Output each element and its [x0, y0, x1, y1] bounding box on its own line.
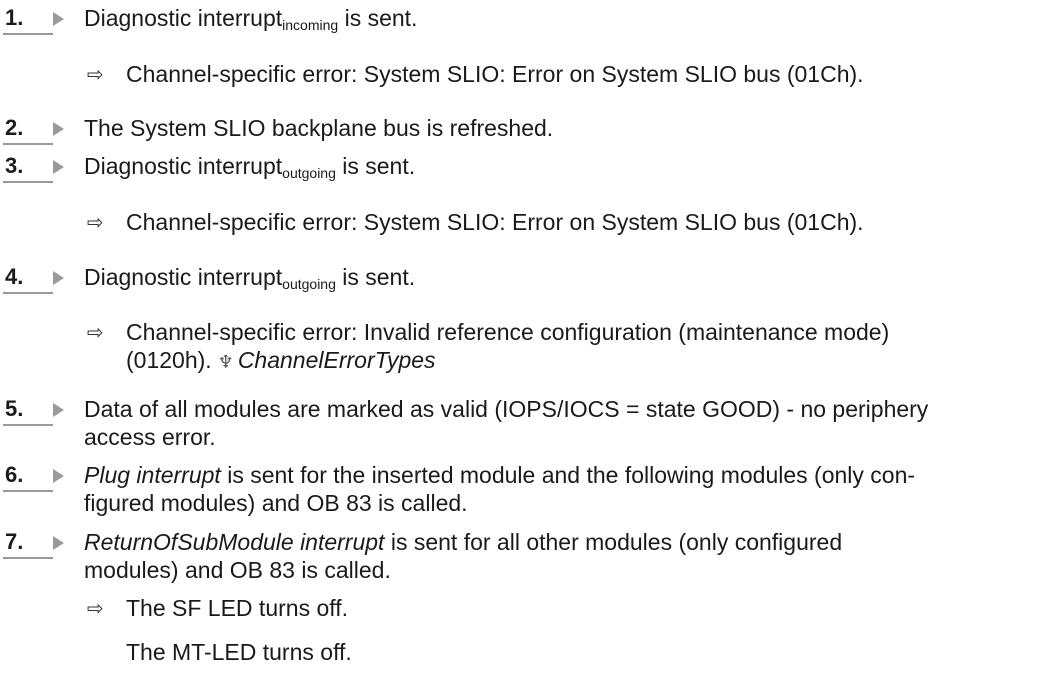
- step-number: 4.: [5, 264, 24, 289]
- result-arrow-icon: ⇨: [87, 596, 104, 620]
- step-underline: [3, 143, 53, 145]
- step-underline: [3, 33, 53, 35]
- step-text: Diagnostic interruptoutgoing is sent.: [84, 153, 416, 181]
- result-text: The SF LED turns off.: [126, 595, 349, 621]
- result-arrow-icon: ⇨: [87, 210, 104, 234]
- step-underline: [3, 424, 53, 426]
- step-underline: [3, 490, 53, 492]
- result-text: Channel-specific error: System SLIO: Err…: [126, 209, 864, 235]
- step-arrow-icon: [53, 536, 64, 550]
- step-underline: [3, 181, 53, 183]
- result-text: The MT-LED turns off.: [126, 639, 352, 665]
- step-arrow-icon: [53, 271, 64, 285]
- result-arrow-icon: ⇨: [87, 62, 104, 86]
- channel-error-types-link[interactable]: ChannelErrorTypes: [238, 347, 436, 373]
- step-text: ReturnOfSubModule interrupt is sent for …: [84, 529, 843, 583]
- step-arrow-icon: [53, 12, 64, 26]
- step-underline: [3, 292, 53, 294]
- result-arrow-icon: ⇨: [87, 320, 104, 344]
- step-number: 6.: [5, 462, 24, 487]
- step-text: Diagnostic interruptincoming is sent.: [84, 5, 418, 33]
- result-text: Channel-specific error: Invalid referenc…: [126, 319, 890, 373]
- step-underline: [3, 557, 53, 559]
- step-number: 7.: [5, 529, 24, 554]
- step-arrow-icon: [53, 469, 64, 483]
- step-text: Diagnostic interruptoutgoing is sent.: [84, 264, 416, 292]
- step-text: The System SLIO backplane bus is refresh…: [84, 115, 554, 141]
- step-number: 1.: [5, 5, 24, 30]
- result-text: Channel-specific error: System SLIO: Err…: [126, 61, 864, 87]
- step-number: 5.: [5, 396, 24, 421]
- step-text: Plug interrupt is sent for the inserted …: [84, 462, 916, 516]
- step-number: 3.: [5, 153, 24, 178]
- link-icon: ♆: [217, 352, 234, 373]
- step-number: 2.: [5, 115, 24, 140]
- step-text: Data of all modules are marked as valid …: [84, 396, 929, 450]
- step-arrow-icon: [53, 160, 64, 174]
- step-arrow-icon: [53, 403, 64, 417]
- step-arrow-icon: [53, 122, 64, 136]
